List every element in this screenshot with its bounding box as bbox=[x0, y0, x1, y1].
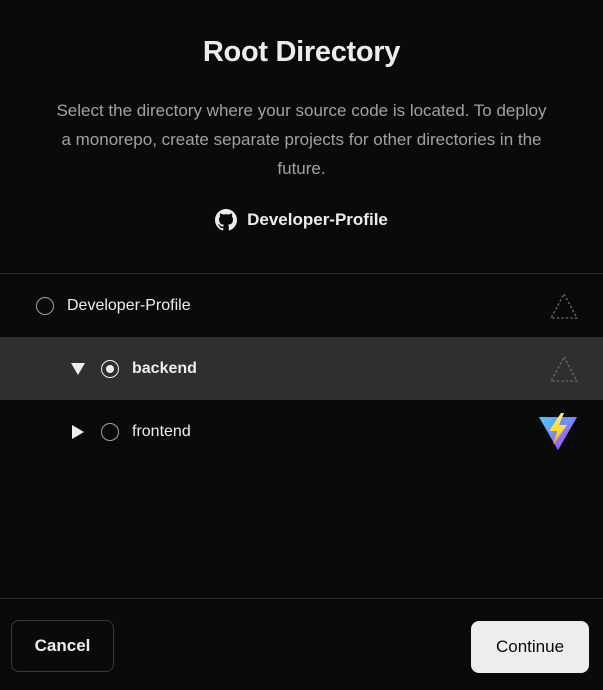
modal-title: Root Directory bbox=[202, 36, 401, 68]
radio-developer-profile[interactable] bbox=[36, 296, 54, 315]
tree-item-developer-profile[interactable]: Developer-Profile bbox=[0, 274, 603, 337]
radio-backend[interactable] bbox=[101, 359, 119, 378]
modal-footer: Cancel Continue bbox=[0, 600, 603, 690]
root-directory-modal: Root Directory Select the directory wher… bbox=[0, 0, 603, 690]
caret-down-icon[interactable] bbox=[70, 361, 86, 377]
radio-frontend[interactable] bbox=[101, 422, 119, 441]
radio-dot bbox=[106, 364, 114, 373]
tree-item-label: backend bbox=[132, 359, 197, 377]
cancel-button[interactable]: Cancel bbox=[11, 620, 114, 672]
tree-item-backend[interactable]: backend bbox=[0, 337, 603, 400]
continue-button[interactable]: Continue bbox=[471, 621, 589, 673]
tree-item-label: frontend bbox=[132, 422, 191, 440]
tree-item-frontend[interactable]: frontend bbox=[0, 400, 603, 463]
caret-right-icon[interactable] bbox=[70, 424, 86, 440]
repo-name: Developer-Profile bbox=[247, 210, 388, 229]
vercel-triangle-dashed-icon bbox=[549, 355, 579, 382]
repo-header: Developer-Profile bbox=[0, 209, 603, 231]
modal-description: Select the directory where your source c… bbox=[56, 101, 547, 178]
github-icon bbox=[215, 209, 238, 231]
tree-item-label: Developer-Profile bbox=[67, 296, 191, 314]
vite-icon bbox=[539, 412, 577, 450]
directory-tree: Developer-Profile backend frontend bbox=[0, 273, 603, 599]
vercel-triangle-dashed-icon bbox=[549, 292, 579, 319]
